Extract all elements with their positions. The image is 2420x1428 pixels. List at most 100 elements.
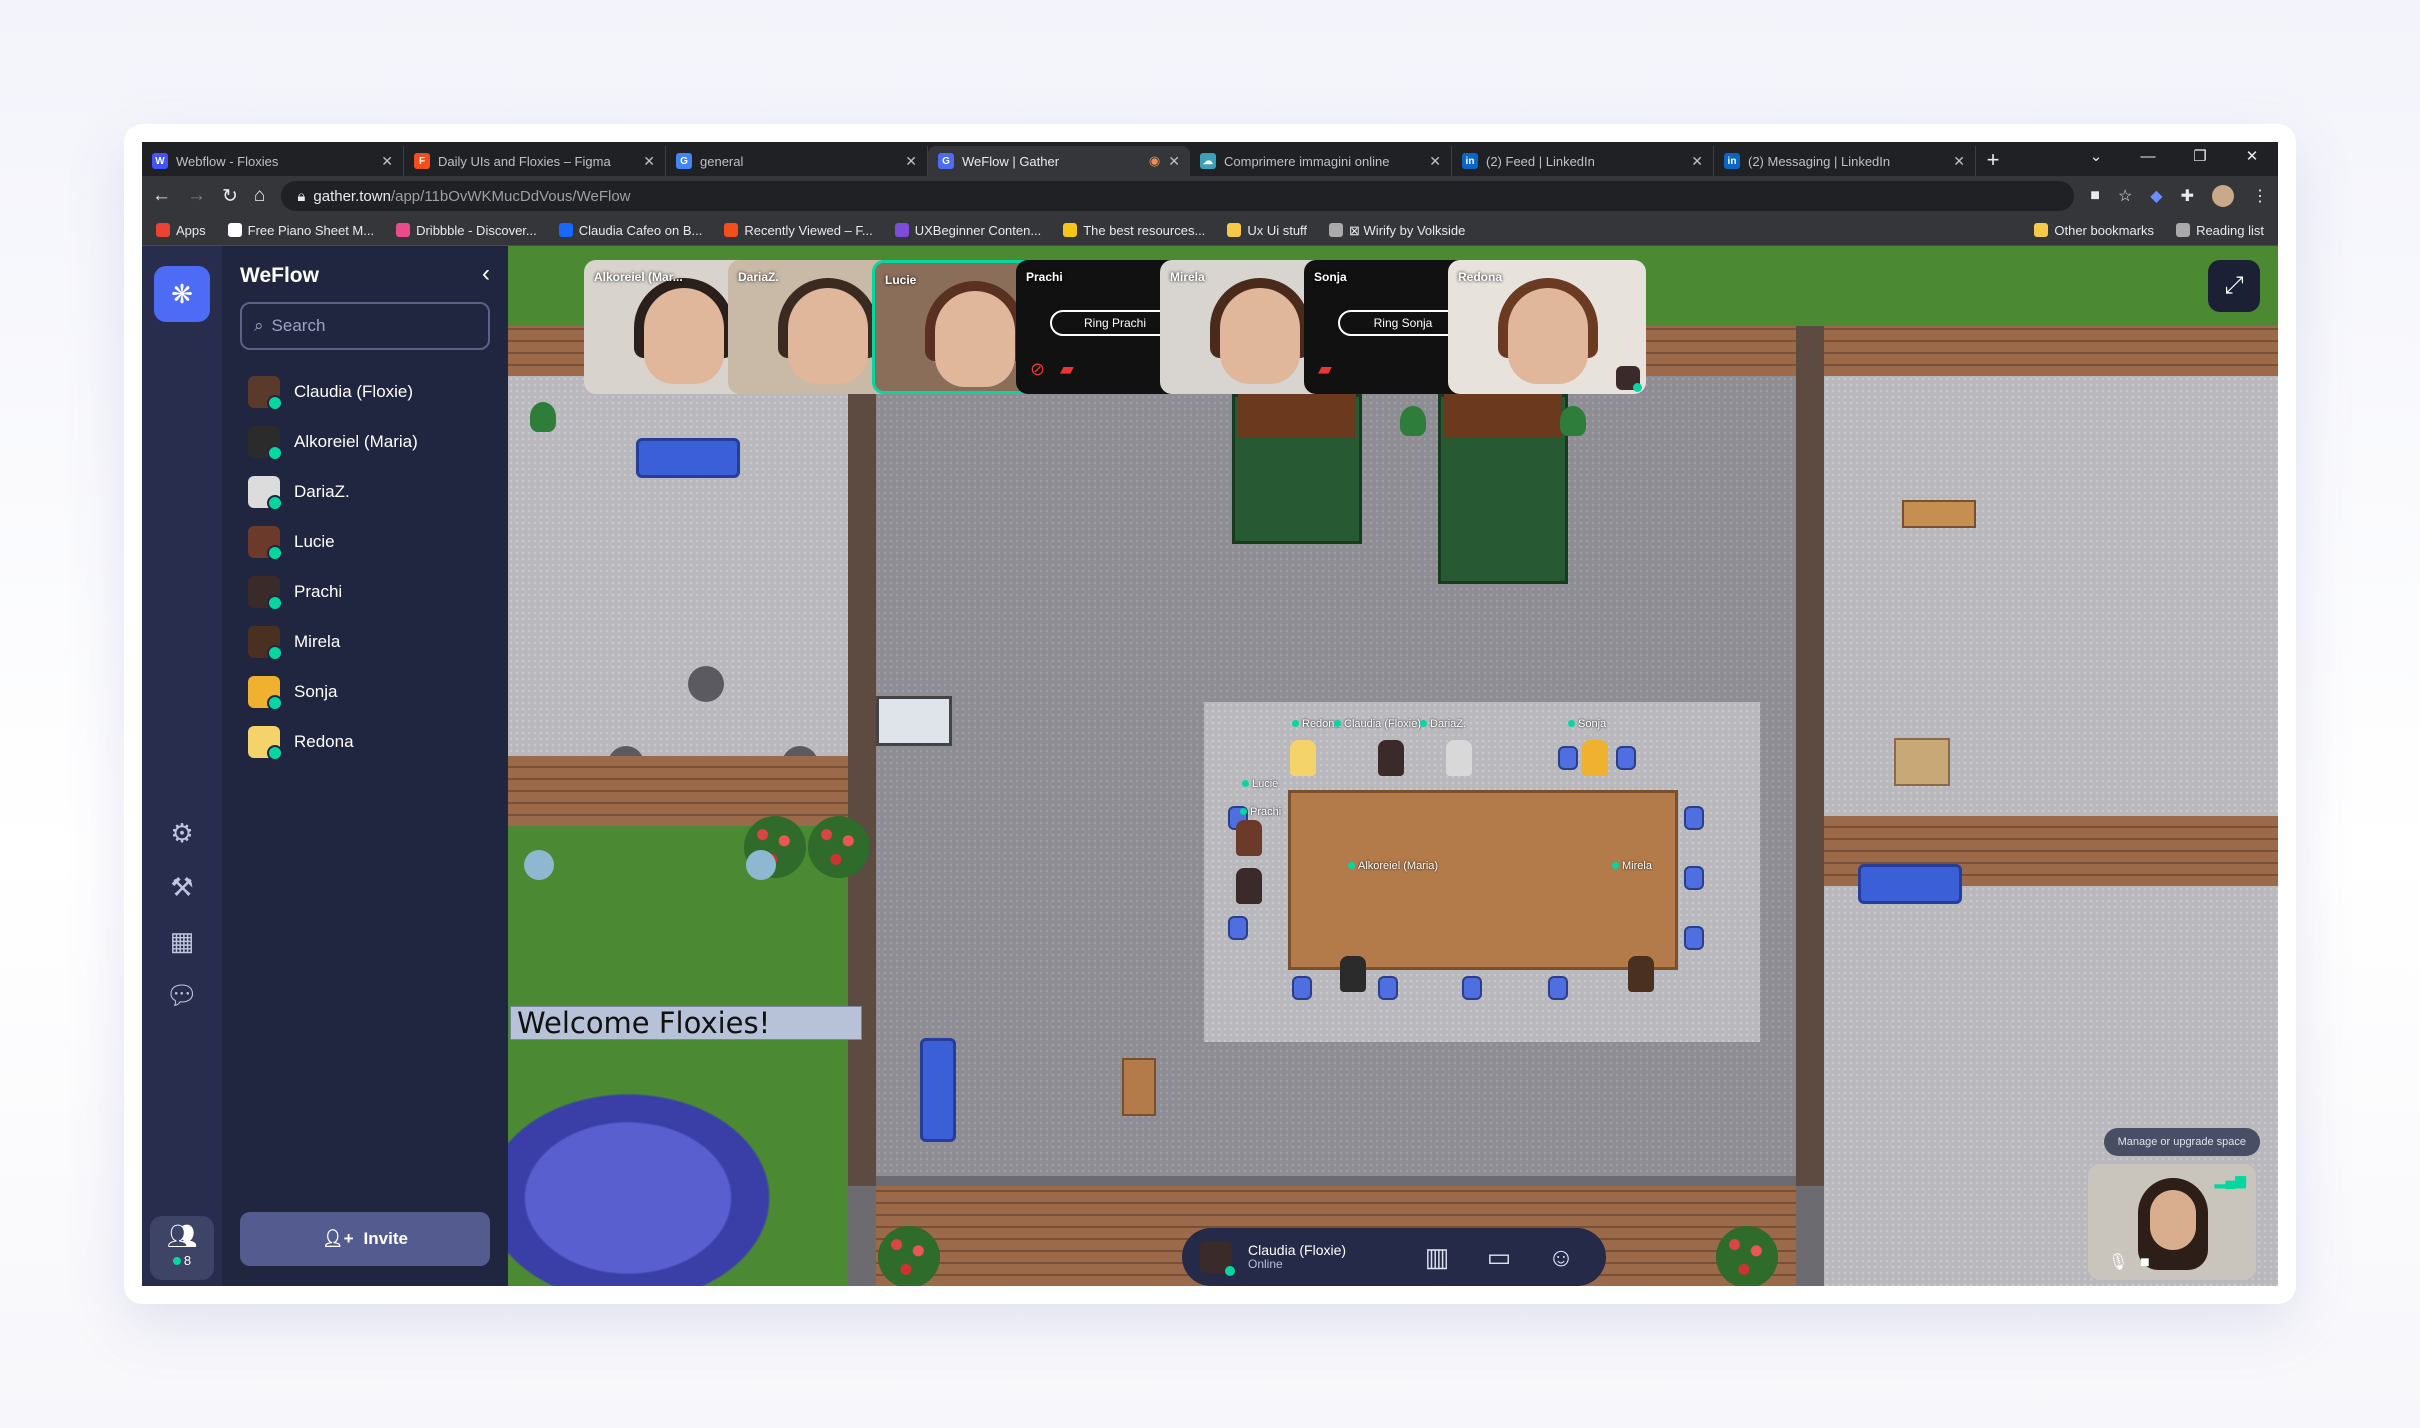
left-room-floor: [508, 376, 848, 756]
avatar[interactable]: [1378, 740, 1404, 776]
kebab-menu-icon[interactable]: ⋮: [2252, 186, 2268, 206]
bookmark-item[interactable]: Reading list: [2176, 223, 2264, 238]
lounge-table: [1902, 500, 1976, 528]
search-field[interactable]: ⌕: [240, 302, 490, 350]
tab-favicon-icon: F: [414, 153, 430, 169]
browser-tab[interactable]: F Daily UIs and Floxies – Figma ✕: [404, 146, 666, 176]
invite-button[interactable]: 👤︎+ Invite: [240, 1212, 490, 1266]
mic-icon[interactable]: 🎙︎: [2108, 1252, 2128, 1272]
reload-icon[interactable]: ↻: [222, 185, 238, 208]
chair: [1378, 976, 1398, 1000]
browser-tab[interactable]: in (2) Feed | LinkedIn ✕: [1452, 146, 1714, 176]
new-tab-button[interactable]: +: [1976, 146, 2010, 176]
close-tab-icon[interactable]: ✕: [905, 153, 917, 170]
rose-bush: [878, 1226, 940, 1286]
home-icon[interactable]: ⌂: [254, 185, 265, 207]
bookmark-item[interactable]: Dribbble - Discover...: [396, 223, 537, 238]
bookmark-item[interactable]: Apps: [156, 223, 206, 238]
bookmark-item[interactable]: Other bookmarks: [2034, 223, 2154, 238]
member-item[interactable]: Lucie: [248, 522, 335, 562]
boxes: [1894, 738, 1950, 786]
camera-icon[interactable]: ■: [2090, 187, 2100, 205]
video-face: [644, 288, 724, 384]
bookmark-item[interactable]: Free Piano Sheet M...: [227, 223, 374, 238]
user-avatar[interactable]: [1200, 1241, 1235, 1276]
tab-favicon-icon: ☁: [1200, 153, 1216, 169]
member-item[interactable]: Sonja: [248, 672, 337, 712]
member-item[interactable]: Redona: [248, 722, 354, 762]
emoji-icon[interactable]: ☺: [1538, 1242, 1584, 1273]
bookmark-item[interactable]: The best resources...: [1063, 223, 1205, 238]
puzzle-icon[interactable]: ✚: [2181, 186, 2194, 206]
browser-tab[interactable]: in (2) Messaging | LinkedIn ✕: [1714, 146, 1976, 176]
map-icon[interactable]: ▥: [1414, 1242, 1460, 1273]
profile-menu-icon[interactable]: ⌄: [2070, 142, 2122, 176]
close-tab-icon[interactable]: ✕: [1429, 153, 1441, 170]
avatar[interactable]: [1236, 820, 1262, 856]
browser-tab[interactable]: ☁ Comprimere immagini online ✕: [1190, 146, 1452, 176]
extension-icon[interactable]: ◆: [2150, 186, 2162, 206]
member-item[interactable]: Mirela: [248, 622, 340, 662]
member-item[interactable]: Alkoreiel (Maria): [248, 422, 418, 462]
browser-tab[interactable]: G WeFlow | Gather ◉ ✕: [928, 146, 1190, 176]
collapse-panel-icon[interactable]: ‹: [482, 260, 490, 288]
tab-favicon-icon: in: [1724, 153, 1740, 169]
settings-icon[interactable]: ⚙: [142, 818, 222, 849]
member-item[interactable]: DariaZ.: [248, 472, 350, 512]
audio-icon[interactable]: ◉: [1149, 153, 1160, 169]
restore-icon[interactable]: ❐: [2174, 142, 2226, 176]
tab-title: (2) Messaging | LinkedIn: [1748, 153, 1891, 169]
bookmark-item[interactable]: ⊠ Wirify by Volkside: [1329, 222, 1465, 239]
video-name: Lucie: [885, 273, 917, 287]
member-avatar: [248, 676, 283, 711]
star-icon[interactable]: ☆: [2118, 186, 2132, 206]
close-tab-icon[interactable]: ✕: [381, 153, 393, 170]
avatar[interactable]: [1446, 740, 1472, 776]
camera-toggle-icon[interactable]: ■: [2140, 1254, 2150, 1272]
avatar[interactable]: [1340, 956, 1366, 992]
close-tab-icon[interactable]: ✕: [1691, 153, 1703, 170]
rose-bush: [808, 816, 870, 878]
video-tile[interactable]: Redona: [1448, 260, 1646, 394]
forward-icon[interactable]: →: [187, 185, 206, 207]
chat-icon[interactable]: 💬︎: [142, 980, 222, 1011]
url-input[interactable]: 🔒︎ gather.town/app/11bOvWKMucDdVous/WeFl…: [281, 181, 2075, 211]
browser-tab[interactable]: Ggeneral ✕: [666, 146, 928, 176]
close-tab-icon[interactable]: ✕: [643, 153, 655, 170]
manage-space-button[interactable]: Manage or upgrade space: [2103, 1128, 2260, 1156]
gather-logo-icon[interactable]: ❋: [154, 266, 210, 322]
browser-tab[interactable]: W Webflow - Floxies ✕: [142, 146, 404, 176]
expand-icon[interactable]: ⤢: [2208, 260, 2260, 312]
avatar[interactable]: [1628, 956, 1654, 992]
bookmark-item[interactable]: Ux Ui stuff: [1227, 223, 1307, 238]
video-name: Mirela: [1170, 270, 1205, 284]
avatar[interactable]: [1582, 740, 1608, 776]
bookmark-item[interactable]: UXBeginner Conten...: [894, 223, 1042, 238]
meeting-table: [1288, 790, 1678, 970]
build-hammer-icon[interactable]: ⚒: [142, 872, 222, 903]
chair: [1684, 866, 1704, 890]
avatar[interactable]: [1290, 740, 1316, 776]
calendar-icon[interactable]: ▦: [142, 926, 222, 957]
member-item[interactable]: Claudia (Floxie): [248, 372, 413, 412]
bookmark-item[interactable]: Claudia Cafeo on B...: [558, 223, 702, 238]
search-input[interactable]: [271, 316, 472, 336]
bookmark-label: UXBeginner Conten...: [914, 223, 1042, 238]
minimize-icon[interactable]: —: [2122, 142, 2174, 176]
profile-avatar[interactable]: [2212, 185, 2234, 207]
back-icon[interactable]: ←: [152, 185, 171, 207]
close-window-icon[interactable]: ✕: [2226, 142, 2278, 176]
member-item[interactable]: Prachi: [248, 572, 342, 612]
game-map[interactable]: Welcome Floxies! Redona Claudia (Floxie)…: [508, 246, 2278, 1286]
close-tab-icon[interactable]: ✕: [1168, 153, 1180, 170]
close-tab-icon[interactable]: ✕: [1953, 153, 1965, 170]
chair: [1684, 926, 1704, 950]
bookmark-item[interactable]: Recently Viewed – F...: [724, 223, 873, 238]
user-status[interactable]: Claudia (Floxie) Online: [1248, 1243, 1398, 1271]
screen-share-icon[interactable]: ▭: [1476, 1242, 1522, 1273]
bookmark-label: Ux Ui stuff: [1247, 223, 1308, 238]
garden-wall: [508, 756, 848, 826]
window-controls: ⌄ — ❐ ✕: [2070, 142, 2278, 176]
avatar[interactable]: [1236, 868, 1262, 904]
participants-button[interactable]: 👥︎ 8: [150, 1216, 214, 1280]
